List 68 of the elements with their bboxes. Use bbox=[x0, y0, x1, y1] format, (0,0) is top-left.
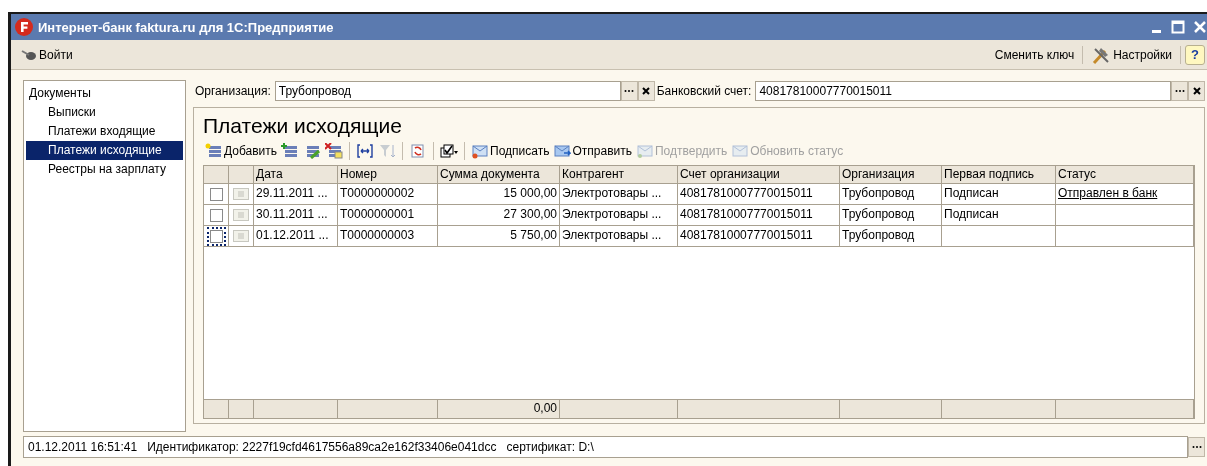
envelope-icon bbox=[635, 143, 654, 160]
table-cell: Трубопровод bbox=[842, 207, 915, 222]
table-cell: 29.11.2011 ... bbox=[256, 186, 328, 201]
help-button[interactable]: ? bbox=[1185, 44, 1205, 65]
table-cell: 15 000,00 bbox=[503, 186, 557, 201]
key-icon bbox=[21, 48, 37, 61]
envelope-icon bbox=[731, 143, 750, 160]
document-icon bbox=[233, 209, 249, 222]
field-label: Банковский счет: bbox=[656, 83, 752, 98]
sidebar-item[interactable]: Документы bbox=[26, 84, 183, 103]
column-header[interactable]: Дата bbox=[254, 166, 338, 184]
table-cell: Подписан bbox=[944, 207, 999, 222]
table-cell: 40817810007770015011 bbox=[680, 207, 813, 222]
toolbar-button[interactable]: Добавить bbox=[203, 142, 280, 161]
table-cell: 30.11.2011 ... bbox=[256, 207, 328, 222]
close-icon[interactable] bbox=[1193, 20, 1207, 34]
document-icon bbox=[233, 188, 249, 201]
toolbar-button[interactable]: Отправить bbox=[551, 142, 634, 161]
app-logo-icon bbox=[15, 18, 33, 36]
table-cell: T0000000002 bbox=[340, 186, 415, 201]
column-header[interactable]: Номер bbox=[338, 166, 438, 184]
table-cell: Электротовары ... bbox=[562, 207, 662, 222]
document-icon bbox=[233, 230, 249, 243]
sidebar-item[interactable]: Выписки bbox=[26, 103, 183, 122]
column-header[interactable]: Организация bbox=[840, 166, 942, 184]
status-text: 01.12.2011 16:51:41 Идентификатор: 2227f19cfd4617556a89ca2e162f33406e041dcc сертификат: D:\ bbox=[28, 440, 594, 454]
envelope-icon bbox=[471, 143, 490, 160]
window-title: Интернет-банк faktura.ru для 1С:Предприятие bbox=[38, 19, 334, 35]
page-heading: Платежи исходящие bbox=[203, 113, 404, 140]
table-cell: Электротовары ... bbox=[562, 228, 662, 243]
table-cell: Электротовары ... bbox=[562, 186, 662, 201]
clear-icon[interactable] bbox=[1188, 80, 1205, 101]
row-checkbox[interactable] bbox=[209, 209, 223, 222]
toolbar-button[interactable]: Подписать bbox=[469, 142, 552, 161]
table-cell: Трубопровод bbox=[842, 228, 915, 243]
table-cell: T0000000003 bbox=[340, 228, 415, 243]
check-menu-icon[interactable] bbox=[438, 142, 461, 161]
table-cell: 40817810007770015011 bbox=[680, 228, 813, 243]
more-icon[interactable] bbox=[1188, 437, 1205, 457]
change-key-button[interactable]: Сменить ключ bbox=[990, 45, 1079, 64]
column-header[interactable]: Контрагент bbox=[560, 166, 678, 184]
envelope-icon bbox=[553, 143, 572, 160]
table-cell: 27 300,00 bbox=[503, 207, 557, 222]
column-header[interactable]: Сумма документа bbox=[438, 166, 560, 184]
table-cell: T0000000001 bbox=[340, 207, 415, 222]
add-list-icon bbox=[205, 143, 223, 160]
delete-icon[interactable] bbox=[323, 142, 346, 161]
row-checkbox[interactable] bbox=[209, 188, 223, 201]
table-cell: Трубопровод bbox=[842, 186, 915, 201]
select-field[interactable]: Трубопровод bbox=[274, 80, 621, 101]
sidebar-item[interactable]: Платежи входящие bbox=[26, 122, 183, 141]
column-header[interactable]: Счет организации bbox=[678, 166, 840, 184]
total-amount: 0,00 bbox=[533, 401, 557, 415]
column-header[interactable]: Статус bbox=[1056, 166, 1194, 184]
column-header[interactable]: Первая подпись bbox=[942, 166, 1056, 184]
login-button[interactable]: Войти bbox=[17, 45, 77, 64]
settings-button[interactable]: Настройки bbox=[1087, 43, 1176, 66]
table-cell: Подписан bbox=[944, 186, 999, 201]
maximize-icon[interactable] bbox=[1171, 20, 1185, 34]
sidebar-item[interactable]: Реестры на зарплату bbox=[26, 160, 183, 179]
select-button-icon[interactable] bbox=[1171, 80, 1188, 101]
table-cell: 40817810007770015011 bbox=[680, 186, 813, 201]
table-cell: 01.12.2011 ... bbox=[256, 228, 329, 243]
sidebar-item[interactable]: Платежи исходящие bbox=[26, 141, 183, 160]
status-link[interactable]: Отправлен в банк bbox=[1058, 186, 1158, 201]
select-field[interactable]: 40817810007770015011 bbox=[755, 80, 1171, 101]
field-label: Организация: bbox=[195, 83, 271, 98]
table-cell: 5 750,00 bbox=[510, 228, 557, 243]
